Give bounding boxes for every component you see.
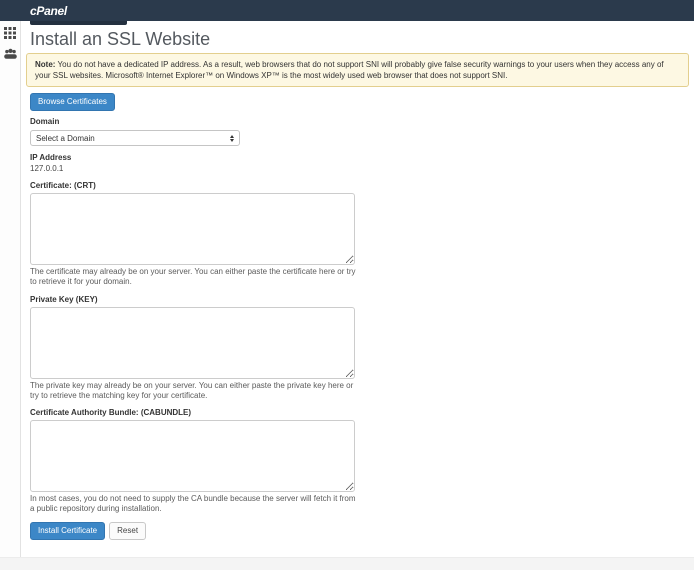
apps-grid-icon[interactable]	[4, 27, 17, 39]
cpanel-ssl-install-page: cPanel	[0, 0, 694, 570]
select-stepper-icon	[230, 135, 234, 142]
ip-address-label: IP Address	[30, 153, 689, 163]
domain-select-value: Select a Domain	[36, 134, 95, 143]
domain-label: Domain	[30, 117, 689, 127]
reset-button[interactable]: Reset	[109, 522, 146, 540]
top-header-bar: cPanel	[0, 0, 694, 21]
certificate-help-text: The certificate may already be on your s…	[30, 267, 362, 287]
certificate-label: Certificate: (CRT)	[30, 181, 689, 191]
form-actions: Install Certificate Reset	[30, 522, 689, 540]
page-title: Install an SSL Website	[30, 29, 689, 49]
sni-warning-note: Note: You do not have a dedicated IP add…	[26, 53, 689, 87]
bottom-strip	[0, 557, 694, 570]
private-key-label: Private Key (KEY)	[30, 295, 689, 305]
note-text: You do not have a dedicated IP address. …	[35, 60, 664, 80]
domain-select[interactable]: Select a Domain	[30, 130, 240, 146]
certificate-textarea[interactable]	[30, 193, 355, 265]
ca-bundle-label: Certificate Authority Bundle: (CABUNDLE)	[30, 408, 689, 418]
private-key-textarea[interactable]	[30, 307, 355, 379]
user-groups-icon[interactable]	[4, 48, 17, 60]
header-dropdown-shadow	[30, 21, 127, 25]
browse-certificates-button[interactable]: Browse Certificates	[30, 93, 115, 111]
install-certificate-button[interactable]: Install Certificate	[30, 522, 105, 540]
left-sidebar	[0, 21, 21, 557]
ca-bundle-textarea[interactable]	[30, 420, 355, 492]
ca-bundle-help-text: In most cases, you do not need to supply…	[30, 494, 362, 514]
ip-address-value: 127.0.0.1	[30, 164, 689, 174]
private-key-help-text: The private key may already be on your s…	[30, 381, 362, 401]
note-label: Note:	[35, 60, 55, 69]
cpanel-logo[interactable]: cPanel	[30, 4, 67, 18]
main-content: Install an SSL Website Note: You do not …	[21, 21, 694, 557]
